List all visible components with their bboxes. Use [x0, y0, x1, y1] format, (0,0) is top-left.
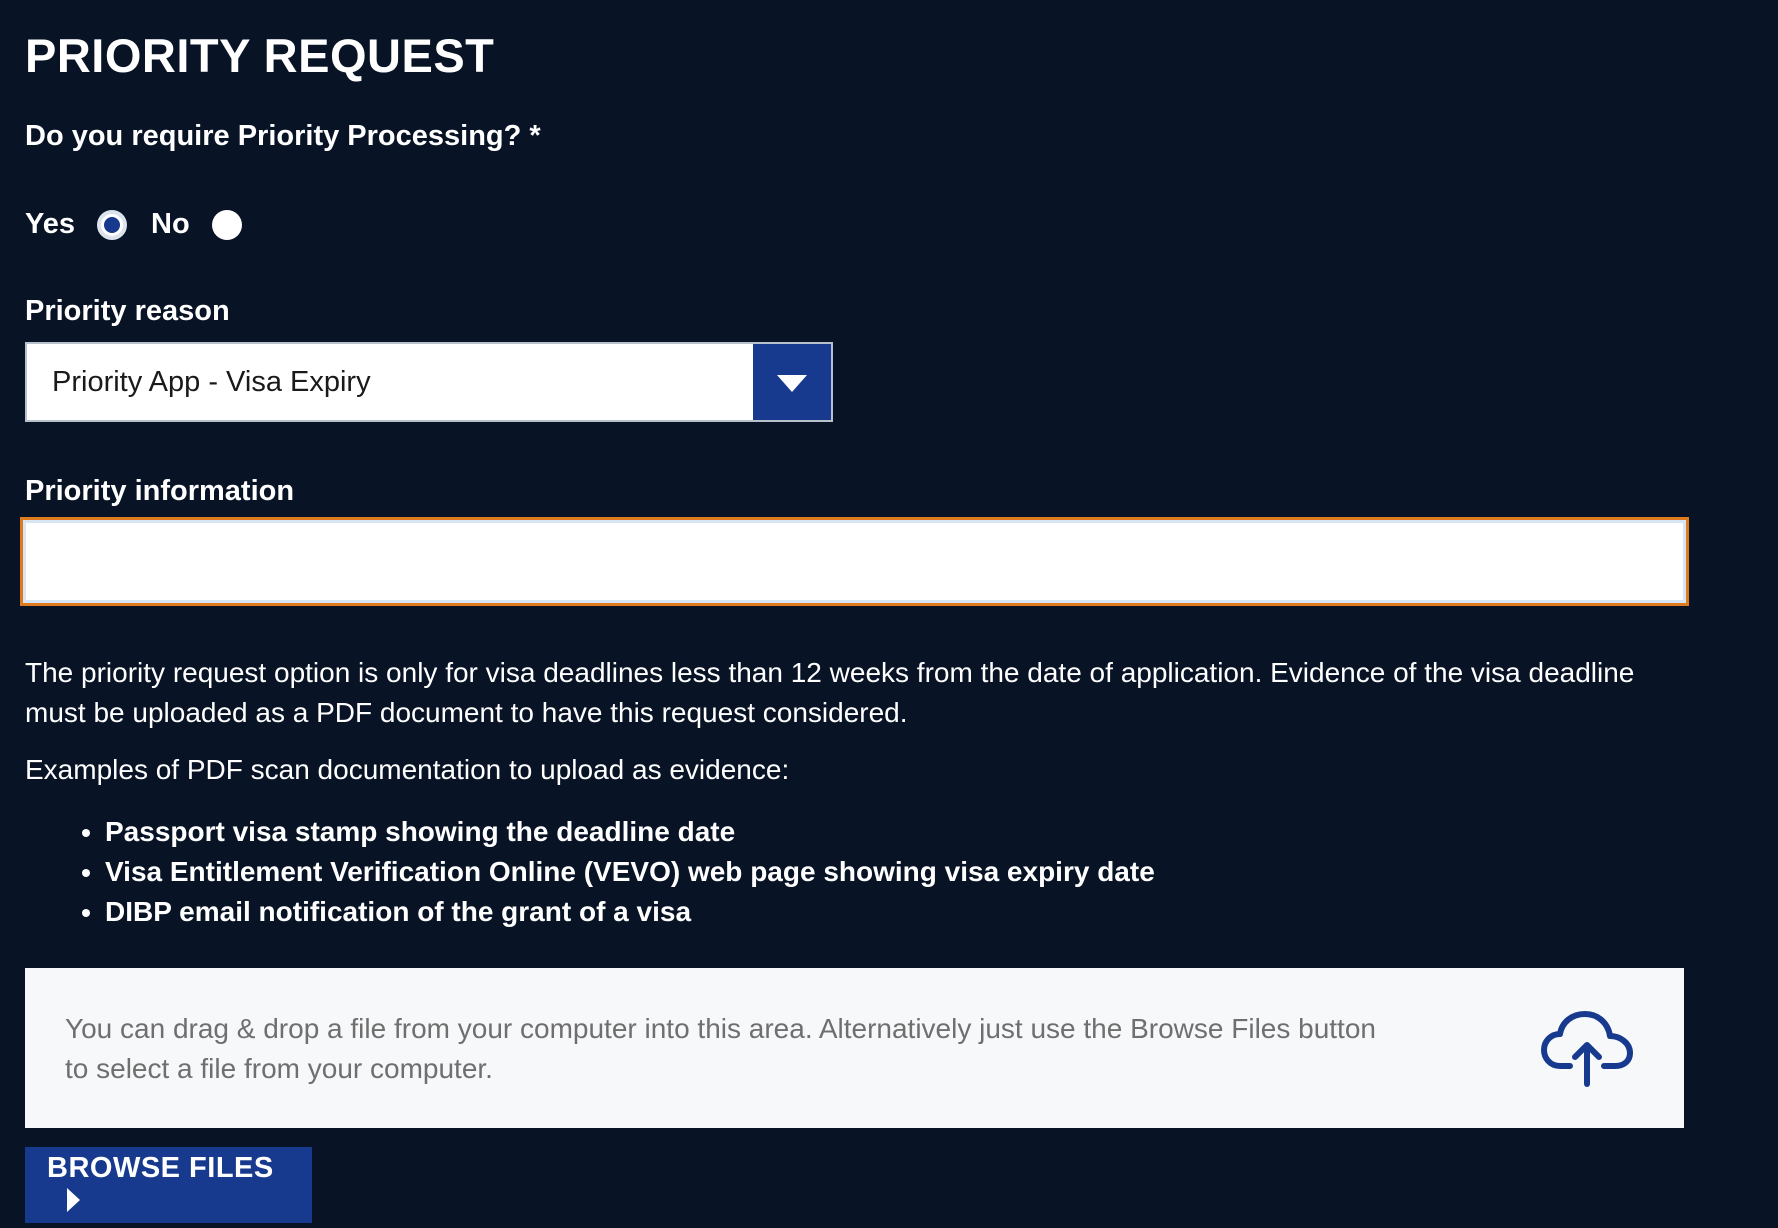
priority-processing-question: Do you require Priority Processing? *: [25, 120, 541, 152]
examples-heading: Examples of PDF scan documentation to up…: [25, 754, 790, 785]
file-dropzone[interactable]: You can drag & drop a file from your com…: [25, 968, 1684, 1128]
radio-label-yes[interactable]: Yes: [25, 208, 75, 241]
list-item: Passport visa stamp showing the deadline…: [105, 812, 1155, 852]
browse-files-label: BROWSE FILES: [47, 1152, 274, 1184]
chevron-down-icon[interactable]: [753, 344, 831, 420]
section-title: PRIORITY REQUEST: [25, 29, 495, 82]
priority-reason-label: Priority reason: [25, 295, 230, 327]
priority-information-field-wrapper: [20, 517, 1689, 606]
chevron-right-icon: [67, 1188, 80, 1213]
priority-reason-select[interactable]: Priority App - Visa Expiry: [25, 342, 833, 422]
cloud-upload-icon: [1541, 1011, 1633, 1087]
priority-information-label: Priority information: [25, 475, 295, 507]
browse-files-button[interactable]: BROWSE FILES: [25, 1147, 312, 1223]
dropzone-instructions: You can drag & drop a file from your com…: [65, 1013, 1376, 1084]
priority-information-input[interactable]: [26, 523, 1683, 600]
priority-description: The priority request option is only for …: [25, 657, 1635, 728]
examples-list: Passport visa stamp showing the deadline…: [25, 812, 1155, 932]
list-item: Visa Entitlement Verification Online (VE…: [105, 852, 1155, 892]
radio-yes[interactable]: [97, 209, 127, 240]
priority-reason-selected-value: Priority App - Visa Expiry: [52, 366, 371, 398]
priority-processing-radio-group: Yes No: [25, 208, 266, 241]
list-item: DIBP email notification of the grant of …: [105, 892, 1155, 932]
radio-label-no[interactable]: No: [151, 208, 190, 241]
radio-no[interactable]: [211, 209, 242, 240]
priority-request-page: PRIORITY REQUEST Do you require Priority…: [0, 0, 1778, 1228]
